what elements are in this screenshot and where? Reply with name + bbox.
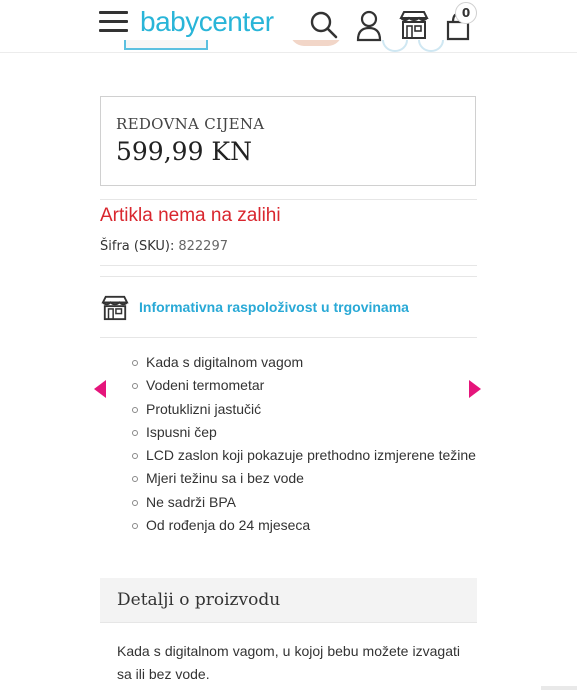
divider	[100, 199, 477, 200]
divider	[100, 622, 477, 623]
user-icon[interactable]	[355, 10, 383, 42]
price-label: REDOVNA CIJENA	[116, 115, 265, 133]
sku-value: 822297	[178, 239, 228, 254]
thumbnail[interactable]	[290, 40, 342, 46]
details-title: Detalji o proizvodu	[117, 590, 281, 610]
price-box: REDOVNA CIJENA 599,99 KN	[100, 96, 476, 186]
product-details-tab[interactable]: Detalji o proizvodu	[100, 578, 477, 622]
search-icon[interactable]	[309, 10, 339, 40]
list-item: LCD zaslon koji pokazuje prethodno izmje…	[132, 444, 478, 467]
product-description: Kada s digitalnom vagom, u kojoj bebu mo…	[117, 643, 460, 682]
store-icon[interactable]	[100, 295, 130, 321]
price-value: 599,99 KN	[116, 137, 252, 166]
list-item: Protuklizni jastučić	[132, 398, 478, 421]
list-item: Kada s digitalnom vagom	[132, 351, 478, 374]
thumbnail[interactable]	[418, 40, 444, 52]
scroll-indicator	[541, 686, 577, 690]
divider	[100, 265, 477, 266]
thumbnail-strip	[0, 40, 577, 60]
cart-count-badge: 0	[455, 2, 477, 24]
store-availability-link[interactable]: Informativna raspoloživost u trgovinama	[139, 299, 409, 315]
sku-label: Šifra (SKU):	[100, 239, 175, 254]
feature-list: Kada s digitalnom vagom Vodeni termometa…	[132, 351, 478, 537]
stock-status: Artikla nema na zalihi	[100, 205, 281, 226]
divider	[100, 276, 477, 277]
list-item: Od rođenja do 24 mjeseca	[132, 514, 478, 537]
list-item: Mjeri težinu sa i bez vode	[132, 467, 478, 490]
list-item: Vodeni termometar	[132, 374, 478, 397]
divider	[100, 337, 477, 338]
thumbnail-selected[interactable]	[124, 40, 208, 50]
list-item: Ispusni čep	[132, 421, 478, 444]
arrow-left-icon[interactable]	[94, 380, 106, 398]
menu-icon[interactable]	[99, 11, 128, 33]
thumbnail[interactable]	[382, 40, 408, 52]
sku: Šifra (SKU): 822297	[100, 239, 228, 254]
logo[interactable]: babycenter	[140, 6, 274, 38]
store-icon[interactable]	[398, 10, 430, 40]
list-item: Ne sadrži BPA	[132, 491, 478, 514]
